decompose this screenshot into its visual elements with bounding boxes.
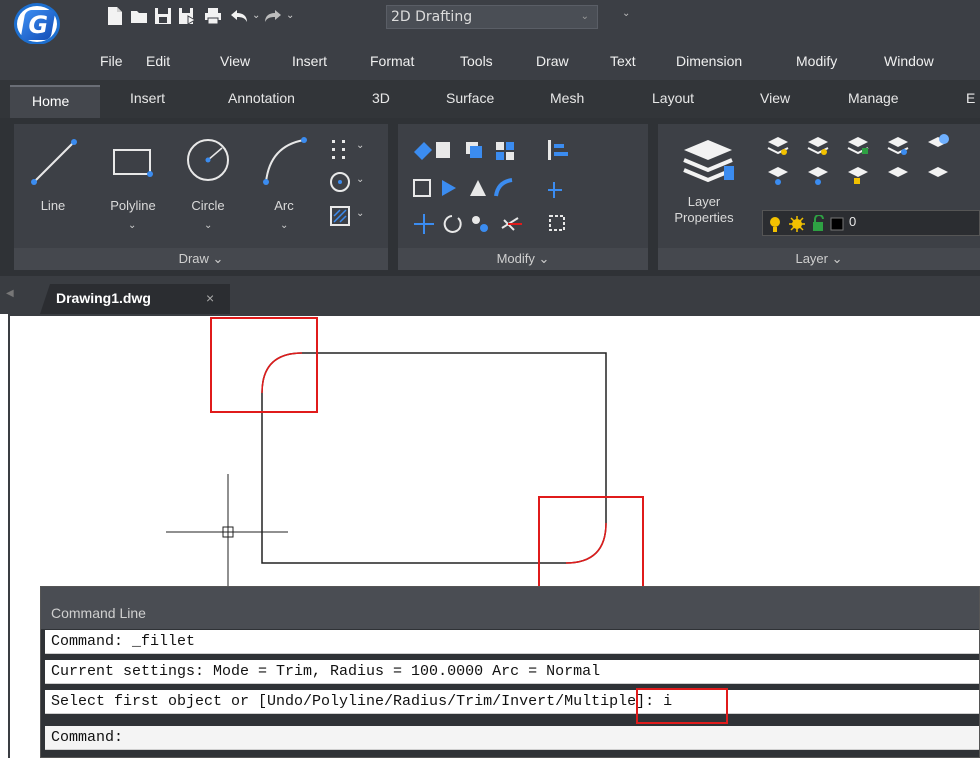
polyline-icon[interactable] [108,144,156,180]
draw-panel-title[interactable]: Draw ⌄ [14,248,388,270]
new-file-icon[interactable] [106,6,124,26]
menu-text[interactable]: Text [610,53,636,69]
close-icon[interactable]: × [206,290,214,306]
arc-label[interactable]: Arc [266,198,302,213]
redo-dropdown-icon[interactable]: ⌄ [286,10,294,21]
save-as-icon[interactable] [178,6,197,26]
menu-view[interactable]: View [220,53,250,69]
command-line-panel: Command Line Command: _fillet Current se… [40,586,980,758]
point-grid-icon[interactable] [328,136,352,160]
tab-overflow[interactable]: E [966,90,975,106]
tab-layout[interactable]: Layout [652,90,694,106]
hatch-dropdown-icon[interactable]: ⌄ [356,208,364,219]
circle-dropdown-icon[interactable]: ⌄ [204,220,212,231]
modify-panel-title-text: Modify [496,251,535,266]
line-icon[interactable] [30,138,78,186]
customize-toolbar-icon[interactable]: ⌄ [622,8,630,19]
current-layer-name: 0 [849,214,857,229]
print-icon[interactable] [204,6,222,26]
menu-file[interactable]: File [100,53,123,69]
polyline-dropdown-icon[interactable]: ⌄ [128,220,136,231]
menu-tools[interactable]: Tools [460,53,493,69]
layer-panel-title[interactable]: Layer ⌄ [658,248,980,270]
hatch-icon[interactable] [328,204,352,228]
modify-panel: Modify ⌄ [398,124,648,270]
ribbon-tab-bar: Home Insert Annotation 3D Surface Mesh L… [0,80,980,118]
draw-panel: Line Polyline ⌄ Circle ⌄ Arc ⌄ ⌄ ⌄ ⌄ Dra… [14,124,388,270]
command-history-line: Current settings: Mode = Trim, Radius = … [45,660,979,684]
command-line-title: Command Line [51,605,146,621]
menu-format[interactable]: Format [370,53,414,69]
layer-panel-title-text: Layer [795,251,828,266]
menu-insert[interactable]: Insert [292,53,327,69]
highlight-box-invert-option [636,688,728,724]
workspace-select[interactable]: 2D Drafting ⌄ [386,5,598,29]
circle-label[interactable]: Circle [180,198,236,213]
polyline-label[interactable]: Polyline [96,198,170,213]
ribbon: Line Polyline ⌄ Circle ⌄ Arc ⌄ ⌄ ⌄ ⌄ Dra… [0,118,980,276]
menu-modify[interactable]: Modify [796,53,837,69]
command-history-line: Command: _fillet [45,630,979,654]
arc-icon[interactable] [260,136,308,186]
tab-annotation[interactable]: Annotation [228,90,295,106]
layer-properties-icon[interactable] [680,136,736,188]
ellipse-icon[interactable] [328,170,352,194]
workspace-value: 2D Drafting [391,9,473,25]
tab-home[interactable]: Home [10,85,100,118]
document-tab[interactable]: Drawing1.dwg × [40,284,230,314]
layer-properties-label-1[interactable]: Layer [674,194,734,209]
arc-dropdown-icon[interactable]: ⌄ [280,220,288,231]
layer-tools-icon[interactable] [764,134,980,194]
modify-tools-icon[interactable] [408,136,634,236]
crosshair-cursor [166,474,288,588]
layer-state-icons [770,215,844,232]
command-prompt: Command: [51,729,124,746]
draw-panel-title-text: Draw [178,251,209,266]
tab-3d[interactable]: 3D [372,90,390,106]
line-label[interactable]: Line [28,198,78,213]
redo-icon[interactable] [264,6,282,26]
scroll-left-icon[interactable]: ◀ [6,288,14,299]
undo-icon[interactable] [230,6,248,26]
menu-edit[interactable]: Edit [146,53,170,69]
menu-draw[interactable]: Draw [536,53,569,69]
current-layer-dropdown[interactable]: 0 [762,210,980,236]
chevron-down-icon: ⌄ [580,11,589,22]
command-line-title-bar[interactable]: Command Line [41,587,979,629]
highlight-box-bottom-right [538,496,644,590]
save-icon[interactable] [154,6,172,26]
tab-mesh[interactable]: Mesh [550,90,584,106]
tab-manage[interactable]: Manage [848,90,899,106]
menu-dimension[interactable]: Dimension [676,53,742,69]
menu-bar: File Edit View Insert Format Tools Draw … [0,44,980,80]
highlight-box-top-left [210,317,318,413]
layer-panel: Layer Properties 0 Layer ⌄ [658,124,980,270]
command-history-line: Select first object or [Undo/Polyline/Ra… [45,690,979,714]
point-dropdown-icon[interactable]: ⌄ [356,140,364,151]
title-bar: G ⌄ ⌄ 2D Drafting ⌄ ⌄ [0,0,980,45]
logo-letter: G [20,10,56,40]
modify-panel-title[interactable]: Modify ⌄ [398,248,648,270]
open-folder-icon[interactable] [130,6,148,26]
command-input[interactable]: Command: [45,726,979,750]
ellipse-dropdown-icon[interactable]: ⌄ [356,174,364,185]
menu-window[interactable]: Window [884,53,934,69]
circle-icon[interactable] [184,136,232,184]
app-logo[interactable]: G [14,3,60,45]
layer-properties-label-2[interactable]: Properties [668,210,740,225]
document-tab-bar: ◀ Drawing1.dwg × [0,276,980,314]
tab-insert[interactable]: Insert [130,90,165,106]
tab-view[interactable]: View [760,90,790,106]
tab-home-label: Home [32,93,70,109]
document-tab-name: Drawing1.dwg [56,290,151,306]
tab-surface[interactable]: Surface [446,90,494,106]
undo-dropdown-icon[interactable]: ⌄ [252,10,260,21]
